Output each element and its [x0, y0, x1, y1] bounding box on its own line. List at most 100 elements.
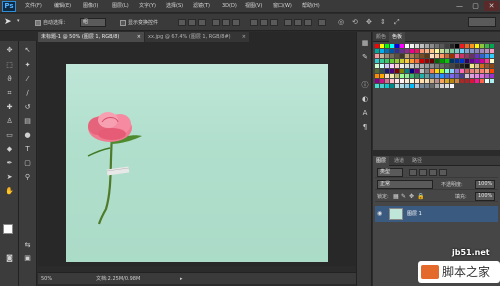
- color-swatch[interactable]: [420, 74, 424, 78]
- distribute-left-icon[interactable]: [284, 19, 292, 26]
- menu-layer[interactable]: 图层(L): [112, 2, 129, 11]
- screen-mode-icon[interactable]: ▣: [23, 254, 32, 262]
- color-swatch[interactable]: [385, 64, 389, 68]
- color-swatch[interactable]: [460, 59, 464, 63]
- status-menu-arrow-icon[interactable]: ▸: [180, 277, 184, 282]
- color-swatch[interactable]: [470, 49, 474, 53]
- color-swatch[interactable]: [435, 64, 439, 68]
- color-swatch[interactable]: [410, 74, 414, 78]
- color-swatch[interactable]: [395, 79, 399, 83]
- color-swatch[interactable]: [445, 74, 449, 78]
- align-vcenter-icon[interactable]: [188, 19, 196, 26]
- color-swatch[interactable]: [410, 84, 414, 88]
- color-swatch[interactable]: [415, 44, 419, 48]
- color-swatch[interactable]: [485, 59, 489, 63]
- color-swatch[interactable]: [445, 79, 449, 83]
- color-swatch[interactable]: [410, 59, 414, 63]
- color-swatch[interactable]: [465, 59, 469, 63]
- color-swatch[interactable]: [415, 54, 419, 58]
- adjustments-panel-icon[interactable]: ◐: [360, 94, 370, 104]
- color-swatch[interactable]: [460, 69, 464, 73]
- character-panel-icon[interactable]: A: [360, 108, 370, 118]
- color-swatch[interactable]: [420, 79, 424, 83]
- restore-button[interactable]: ▢: [468, 1, 483, 11]
- workspace-switcher[interactable]: [468, 17, 496, 27]
- menu-filter[interactable]: 滤镜(T): [193, 2, 210, 11]
- color-swatch[interactable]: [485, 74, 489, 78]
- color-swatch[interactable]: [390, 79, 394, 83]
- layer-name[interactable]: 图层 1: [407, 210, 422, 218]
- color-swatch[interactable]: [390, 74, 394, 78]
- color-swatch[interactable]: [445, 59, 449, 63]
- path-select-tool-icon[interactable]: ➤: [5, 173, 14, 181]
- show-transform-checkbox[interactable]: [120, 20, 126, 26]
- color-swatch[interactable]: [430, 74, 434, 78]
- color-swatch[interactable]: [395, 64, 399, 68]
- distribute-right-icon[interactable]: [304, 19, 312, 26]
- color-swatch[interactable]: [395, 54, 399, 58]
- eraser-tool-icon[interactable]: ▭: [5, 131, 14, 139]
- color-swatch[interactable]: [405, 69, 409, 73]
- filter-shape-icon[interactable]: [439, 169, 447, 176]
- minimize-button[interactable]: —: [452, 1, 467, 11]
- align-bottom-icon[interactable]: [198, 19, 206, 26]
- foreground-color-swatch[interactable]: [3, 224, 13, 234]
- color-swatch[interactable]: [490, 79, 494, 83]
- color-swatch[interactable]: [460, 74, 464, 78]
- color-swatch[interactable]: [410, 44, 414, 48]
- color-swatch[interactable]: [380, 84, 384, 88]
- color-swatch[interactable]: [390, 69, 394, 73]
- color-swatch[interactable]: [380, 79, 384, 83]
- color-swatch[interactable]: [385, 74, 389, 78]
- artboard-tool-icon[interactable]: ↖: [23, 46, 32, 54]
- layer-row[interactable]: ◉ 图层 1: [375, 206, 498, 222]
- color-swatch[interactable]: [440, 59, 444, 63]
- color-swatch[interactable]: [465, 49, 469, 53]
- color-swatch[interactable]: [425, 49, 429, 53]
- color-swatch[interactable]: [385, 44, 389, 48]
- color-swatch[interactable]: [450, 69, 454, 73]
- color-swatch[interactable]: [425, 69, 429, 73]
- color-swatch[interactable]: [490, 44, 494, 48]
- color-swatch[interactable]: [485, 79, 489, 83]
- color-swatch[interactable]: [490, 69, 494, 73]
- color-swatch[interactable]: [435, 84, 439, 88]
- menu-window[interactable]: 窗口(W): [273, 2, 292, 11]
- color-swatch[interactable]: [385, 69, 389, 73]
- color-swatch[interactable]: [375, 49, 379, 53]
- color-swatch[interactable]: [400, 49, 404, 53]
- color-swatch[interactable]: [400, 59, 404, 63]
- color-swatch[interactable]: [470, 64, 474, 68]
- color-swatch[interactable]: [385, 54, 389, 58]
- auto-select-checkbox[interactable]: [35, 20, 41, 26]
- color-swatch[interactable]: [440, 79, 444, 83]
- lock-pixels-icon[interactable]: ✎: [401, 193, 407, 200]
- color-swatch[interactable]: [450, 74, 454, 78]
- color-swatch[interactable]: [390, 84, 394, 88]
- menu-edit[interactable]: 编辑(E): [54, 2, 71, 11]
- color-swatch[interactable]: [400, 74, 404, 78]
- color-swatch[interactable]: [475, 44, 479, 48]
- marquee-tool-icon[interactable]: ⬚: [5, 61, 14, 69]
- move-tool-icon[interactable]: ➤: [4, 17, 16, 27]
- color-swatch[interactable]: [475, 54, 479, 58]
- color-swatch[interactable]: [415, 79, 419, 83]
- color-swatch[interactable]: [435, 54, 439, 58]
- color-swatch[interactable]: [470, 69, 474, 73]
- color-swatch[interactable]: [410, 69, 414, 73]
- color-swatch[interactable]: [430, 54, 434, 58]
- color-swatch[interactable]: [485, 49, 489, 53]
- color-swatch[interactable]: [420, 54, 424, 58]
- color-swatch[interactable]: [385, 49, 389, 53]
- 3d-roll-icon[interactable]: ⟲: [352, 17, 364, 27]
- color-swatch[interactable]: [455, 44, 459, 48]
- color-swatch[interactable]: [460, 49, 464, 53]
- color-swatch[interactable]: [425, 84, 429, 88]
- color-swatch[interactable]: [455, 64, 459, 68]
- color-swatch[interactable]: [475, 74, 479, 78]
- magic-wand-tool-icon[interactable]: ✦: [23, 61, 32, 69]
- color-swatch[interactable]: [450, 49, 454, 53]
- fill-field[interactable]: 100%: [475, 192, 495, 201]
- color-swatch[interactable]: [375, 64, 379, 68]
- color-swatch[interactable]: [420, 69, 424, 73]
